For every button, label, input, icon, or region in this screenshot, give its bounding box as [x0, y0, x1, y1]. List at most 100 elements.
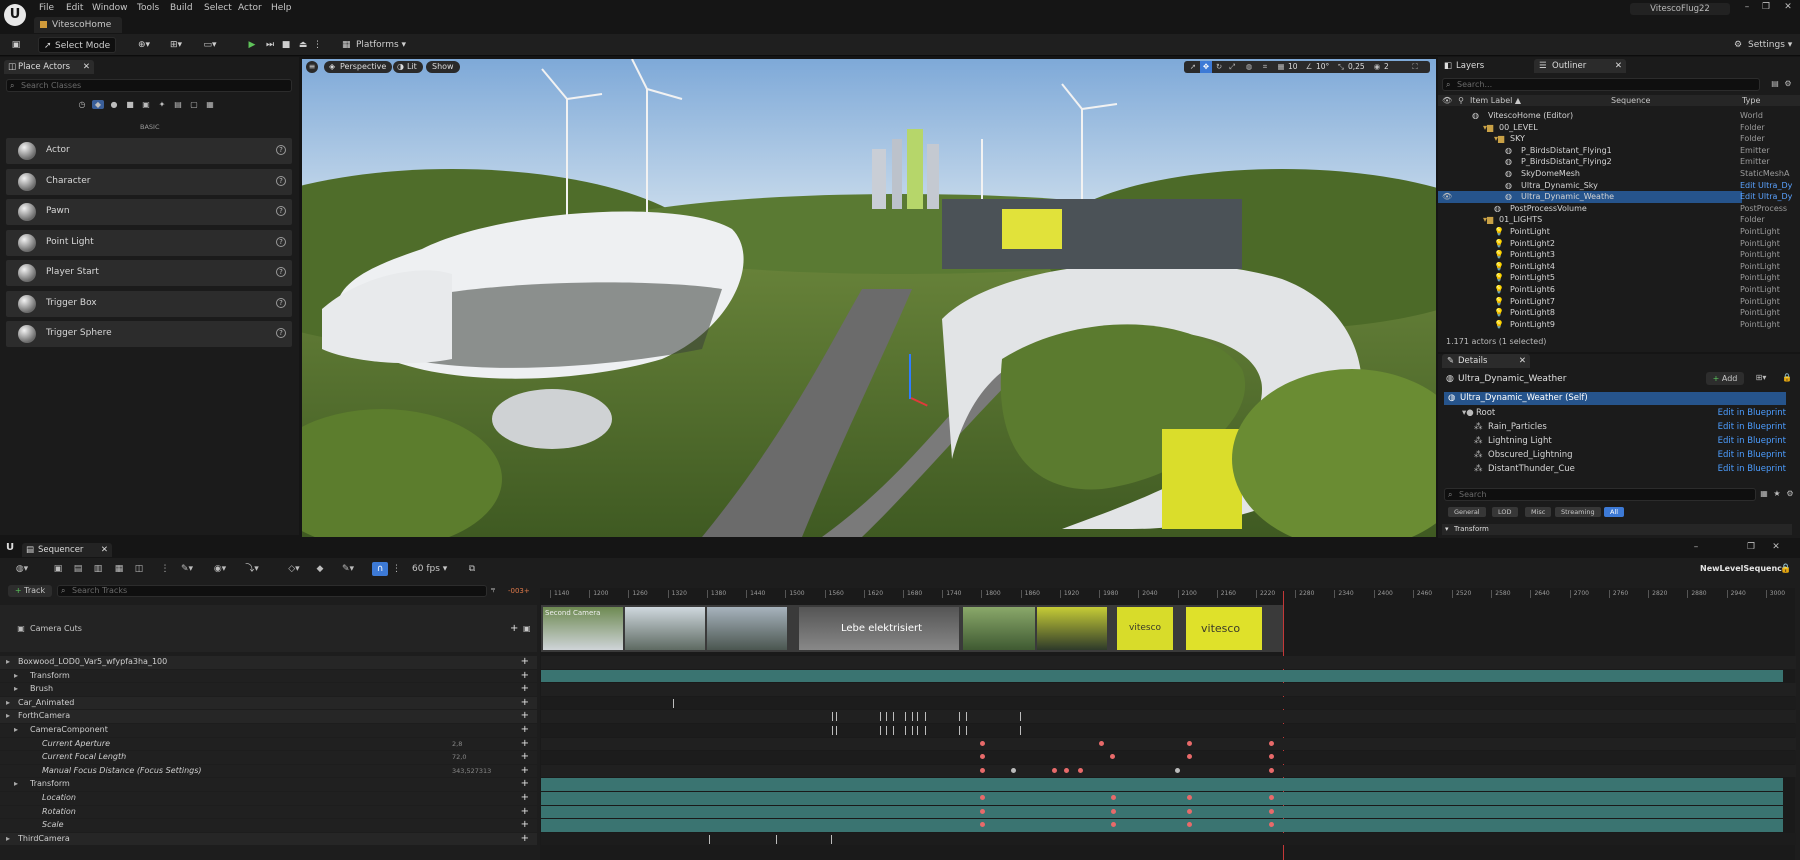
- grid-snap-icon[interactable]: ▦: [1276, 61, 1286, 73]
- key-marker[interactable]: [880, 726, 881, 735]
- key-marker[interactable]: [893, 726, 894, 735]
- add-key-icon[interactable]: +: [521, 778, 529, 791]
- shapes-icon[interactable]: ■: [124, 100, 136, 109]
- play-options-icon[interactable]: ⋮: [313, 37, 322, 53]
- scale-snap-value[interactable]: 0,25: [1348, 61, 1365, 73]
- outliner-row[interactable]: ◍ SkyDomeMesh StaticMeshA: [1438, 168, 1789, 180]
- track-row[interactable]: ▸ ThirdCamera +: [0, 832, 537, 846]
- cinematics-icon[interactable]: ▭▾: [200, 37, 220, 53]
- place-item-trigger-box[interactable]: Trigger Box?: [6, 291, 292, 317]
- key-marker[interactable]: [776, 834, 777, 844]
- surface-snap-icon[interactable]: ⌗: [1260, 61, 1270, 73]
- track-lane[interactable]: [541, 669, 1783, 683]
- track-row[interactable]: ▸ ForthCamera +: [0, 710, 537, 723]
- filter-lod[interactable]: LOD: [1492, 507, 1518, 517]
- add-key-icon[interactable]: +: [521, 683, 529, 696]
- level-viewport[interactable]: ≡ ◈ Perspective ◑ Lit Show ➚ ✥ ↻ ⤢ ◍ ⌗ ▦…: [302, 59, 1436, 537]
- outliner-row[interactable]: ◍ PostProcessVolume PostProcess: [1438, 203, 1787, 215]
- expand-icon[interactable]: ▸: [14, 670, 18, 683]
- track-lane[interactable]: [541, 778, 1783, 791]
- key-marker[interactable]: [966, 726, 967, 735]
- camera-icon[interactable]: ▣: [523, 605, 531, 652]
- key-marker[interactable]: [917, 712, 918, 722]
- keyframe[interactable]: [1187, 795, 1192, 800]
- expand-icon[interactable]: ▸: [14, 778, 18, 791]
- filter-streaming[interactable]: Streaming: [1555, 507, 1601, 517]
- key-marker[interactable]: [880, 712, 881, 722]
- camera-cuts-clip[interactable]: Second Camera Lebe elektrisiert vitesco …: [541, 605, 1283, 652]
- key-marker[interactable]: [836, 726, 837, 735]
- search-classes-input[interactable]: ⌕ Search Classes: [6, 79, 292, 92]
- key-marker[interactable]: [905, 712, 906, 722]
- snap-icon[interactable]: ∩: [372, 562, 388, 576]
- recent-icon[interactable]: ◷: [76, 100, 88, 109]
- keyframe[interactable]: [980, 795, 985, 800]
- menu-file[interactable]: File: [39, 2, 54, 15]
- expand-icon[interactable]: ▸: [14, 724, 18, 737]
- keyframe[interactable]: [1269, 767, 1274, 773]
- add-key-icon[interactable]: +: [521, 697, 529, 710]
- add-key-icon[interactable]: +: [521, 656, 529, 669]
- col-type[interactable]: Type: [1742, 95, 1760, 106]
- edit-in-blueprint-link[interactable]: Edit in Blueprint: [1718, 434, 1786, 448]
- track-lane[interactable]: [541, 656, 1796, 669]
- blueprint-options-icon[interactable]: ⊞▾: [1748, 373, 1774, 382]
- stop-icon[interactable]: ■: [280, 37, 292, 53]
- place-item-pawn[interactable]: Pawn?: [6, 199, 292, 225]
- track-lane[interactable]: [541, 710, 1796, 723]
- menu-actor[interactable]: Actor: [238, 2, 262, 15]
- track-row[interactable]: ▸ Car_Animated +: [0, 696, 537, 710]
- details-settings-icon[interactable]: ⚙: [1785, 489, 1795, 498]
- outliner-row[interactable]: ◍ P_BirdsDistant_Flying2 Emitter: [1438, 156, 1770, 168]
- level-tab[interactable]: VitescoHome: [34, 17, 122, 33]
- track-lane[interactable]: [541, 737, 1796, 751]
- filter-general[interactable]: General: [1448, 507, 1486, 517]
- outliner-settings-icon[interactable]: ⚙: [1783, 79, 1793, 88]
- camera-speed-icon[interactable]: ◉: [1372, 61, 1382, 73]
- playback-options-icon[interactable]: ⤵▾: [240, 560, 264, 578]
- actions-icon[interactable]: ⋮: [155, 560, 175, 578]
- view-options-icon[interactable]: ◉▾: [208, 560, 232, 578]
- track-lane[interactable]: [541, 696, 1796, 710]
- scale-snap-icon[interactable]: ⤡: [1336, 61, 1346, 73]
- show-button[interactable]: Show: [426, 61, 460, 73]
- autokey-icon[interactable]: ◆: [314, 560, 326, 578]
- track-row[interactable]: ▸ Brush +: [0, 683, 537, 696]
- key-marker[interactable]: [893, 712, 894, 722]
- add-component-button[interactable]: + Add: [1706, 372, 1744, 385]
- minimize-icon[interactable]: –: [1690, 542, 1702, 552]
- edit-in-blueprint-link[interactable]: Edit in Blueprint: [1718, 406, 1786, 420]
- rotate-tool-icon[interactable]: ↻: [1214, 61, 1224, 73]
- snap-options-icon[interactable]: ⋮: [392, 560, 401, 578]
- keyframe[interactable]: [1269, 740, 1274, 746]
- add-key-icon[interactable]: +: [521, 792, 529, 805]
- menu-window[interactable]: Window: [92, 2, 128, 15]
- track-lane[interactable]: [541, 792, 1783, 805]
- platforms-button[interactable]: ▦ Platforms ▾: [342, 37, 412, 53]
- track-row[interactable]: Current Aperture 2,8 +: [0, 737, 537, 751]
- close-icon[interactable]: ✕: [1782, 2, 1794, 12]
- key-marker[interactable]: [886, 712, 887, 722]
- key-marker[interactable]: [959, 712, 960, 722]
- component-row[interactable]: ⁂ Lightning Light Edit in Blueprint: [1444, 434, 1786, 448]
- menu-build[interactable]: Build: [170, 2, 193, 15]
- table-view-icon[interactable]: ▦: [1759, 489, 1769, 498]
- rotation-snap-icon[interactable]: ∠: [1304, 61, 1314, 73]
- place-item-character[interactable]: Character?: [6, 169, 292, 195]
- play-icon[interactable]: ▶: [246, 37, 258, 53]
- expand-icon[interactable]: ▸: [6, 833, 10, 846]
- current-frame[interactable]: -003+: [508, 587, 530, 595]
- browse-icon[interactable]: ▤: [72, 560, 84, 578]
- camera-speed-value[interactable]: 2: [1384, 61, 1389, 73]
- track-row[interactable]: Scale +: [0, 819, 537, 832]
- close-tab-icon[interactable]: ✕: [83, 60, 90, 74]
- search-tracks-input[interactable]: ⌕ Search Tracks: [57, 585, 487, 597]
- expand-icon[interactable]: ▸: [6, 656, 10, 669]
- add-key-icon[interactable]: +: [521, 710, 529, 723]
- unreal-logo[interactable]: U: [4, 4, 26, 26]
- track-row[interactable]: Rotation +: [0, 805, 537, 819]
- col-item-label[interactable]: Item Label ▲: [1470, 95, 1521, 106]
- keyframe[interactable]: [1052, 767, 1057, 773]
- sequencer-tab[interactable]: ▤ Sequencer ✕: [22, 543, 112, 557]
- keyframe[interactable]: [1111, 795, 1116, 800]
